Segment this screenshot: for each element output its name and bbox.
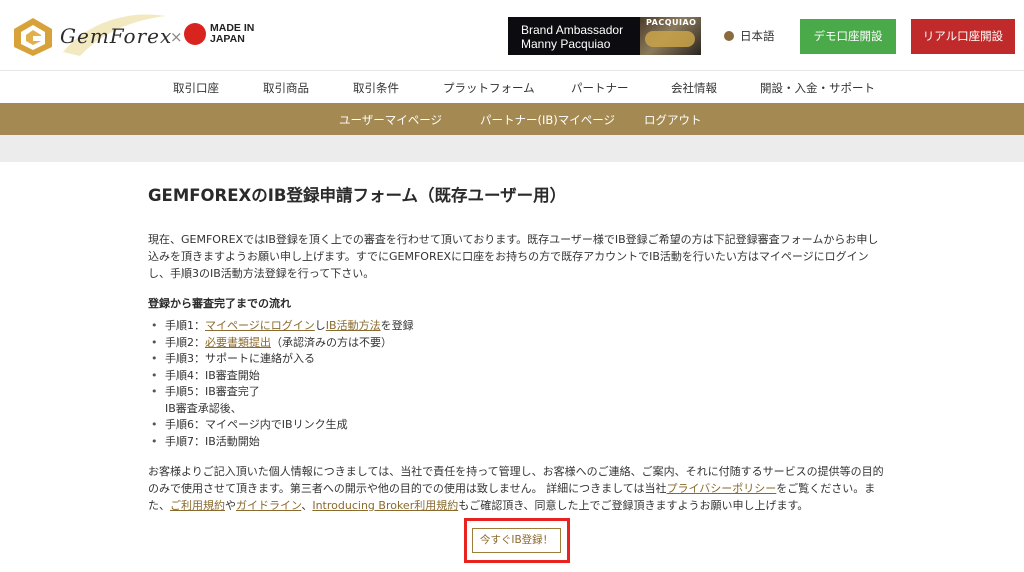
list-item: 手順7：IB活動開始: [148, 434, 748, 451]
globe-icon: [724, 31, 734, 41]
subnav-user-mypage[interactable]: ユーザーマイページ: [339, 112, 442, 128]
nav-item-partner[interactable]: パートナー: [571, 80, 629, 96]
documents-link[interactable]: 必要書類提出: [205, 336, 271, 349]
main-nav: 取引口座 取引商品 取引条件 プラットフォーム パートナー 会社情報 開設・入金…: [0, 71, 1024, 103]
privacy-text-5: もご確認頂き、同意した上でご登録頂きますようお願い申し上げます。: [458, 499, 809, 512]
list-item: 手順4：IB審査開始: [148, 368, 748, 385]
brand-ambassador-banner[interactable]: Brand Ambassador Manny Pacquiao PACQUIAO: [508, 17, 701, 55]
nav-item-conditions[interactable]: 取引条件: [353, 80, 399, 96]
step-prefix: 手順2：: [165, 335, 205, 349]
ib-terms-link[interactable]: Introducing Broker利用規約: [312, 499, 458, 512]
terms-link[interactable]: ご利用規約: [170, 499, 225, 512]
list-item: 手順2：必要書類提出（承認済みの方は不要）: [148, 335, 748, 352]
nav-item-company[interactable]: 会社情報: [671, 80, 717, 96]
ambassador-name: Manny Pacquiao: [521, 37, 611, 51]
privacy-paragraph: お客様よりご記入頂いた個人情報につきましては、当社で責任を持って管理し、お客様へ…: [148, 463, 888, 514]
ib-register-button[interactable]: 今すぐIB登録！: [472, 528, 561, 553]
gemforex-g-mark-icon: [14, 18, 52, 56]
list-item-note: IB審査承認後、: [165, 401, 242, 415]
subnav-partner-mypage[interactable]: パートナー(IB)マイページ: [480, 112, 615, 128]
logo-cross: ×: [170, 28, 183, 46]
ambassador-title: Brand Ambassador: [521, 23, 624, 37]
championship-belt-icon: [645, 31, 695, 47]
list-item: 手順5：IB審査完了: [148, 384, 748, 401]
language-label: 日本語: [740, 29, 775, 43]
privacy-text-3: や: [225, 499, 236, 512]
gemforex-logo[interactable]: GemForex × MADE IN JAPAN: [12, 10, 257, 62]
ib-method-link[interactable]: IB活動方法: [326, 319, 381, 332]
demo-account-button[interactable]: デモ口座開設: [800, 19, 896, 54]
step-suffix: （承認済みの方は不要）: [271, 335, 392, 349]
site-header: GemForex × MADE IN JAPAN Brand Ambassado…: [0, 0, 1024, 71]
mypage-login-link[interactable]: マイページにログイン: [205, 319, 315, 332]
logo-wordmark: GemForex: [60, 24, 173, 48]
step-suffix: を登録: [380, 319, 414, 332]
language-selector[interactable]: 日本語: [724, 28, 775, 44]
sub-nav: ユーザーマイページ パートナー(IB)マイページ ログアウト: [0, 103, 1024, 135]
flow-heading: 登録から審査完了までの流れ: [148, 297, 291, 310]
privacy-text-4: 、: [301, 499, 313, 512]
japan-flag-icon: [184, 23, 206, 45]
nav-item-products[interactable]: 取引商品: [263, 80, 309, 96]
list-item: 手順6：マイページ内でIBリンク生成: [148, 417, 748, 434]
nav-item-accounts[interactable]: 取引口座: [173, 80, 219, 96]
made-in-line2: JAPAN: [210, 33, 245, 45]
nav-item-support[interactable]: 開設・入金・サポート: [760, 80, 875, 96]
flow-steps-list: 手順1：マイページにログインしIB活動方法を登録 手順2：必要書類提出（承認済み…: [148, 318, 748, 450]
nav-item-platform[interactable]: プラットフォーム: [443, 80, 535, 96]
real-account-button[interactable]: リアル口座開設: [911, 19, 1015, 54]
guideline-link[interactable]: ガイドライン: [236, 499, 301, 512]
step-prefix: 手順1：: [165, 319, 205, 332]
privacy-policy-link[interactable]: プライバシーポリシー: [667, 482, 777, 495]
subnav-logout[interactable]: ログアウト: [644, 112, 702, 128]
step-connector: し: [314, 319, 326, 332]
page-title: GEMFOREXのIB登録申請フォーム（既存ユーザー用）: [148, 186, 567, 205]
made-in-japan-label: MADE IN JAPAN: [210, 23, 254, 45]
list-item: 手順3：サポートに連絡が入る: [148, 351, 748, 368]
list-item: 手順1：マイページにログインしIB活動方法を登録: [148, 318, 748, 335]
intro-paragraph: 現在、GEMFOREXではIB登録を頂く上での審査を行わせて頂いております。既存…: [148, 233, 879, 280]
divider-band: [0, 135, 1024, 162]
ambassador-photo-label: PACQUIAO: [646, 18, 697, 27]
